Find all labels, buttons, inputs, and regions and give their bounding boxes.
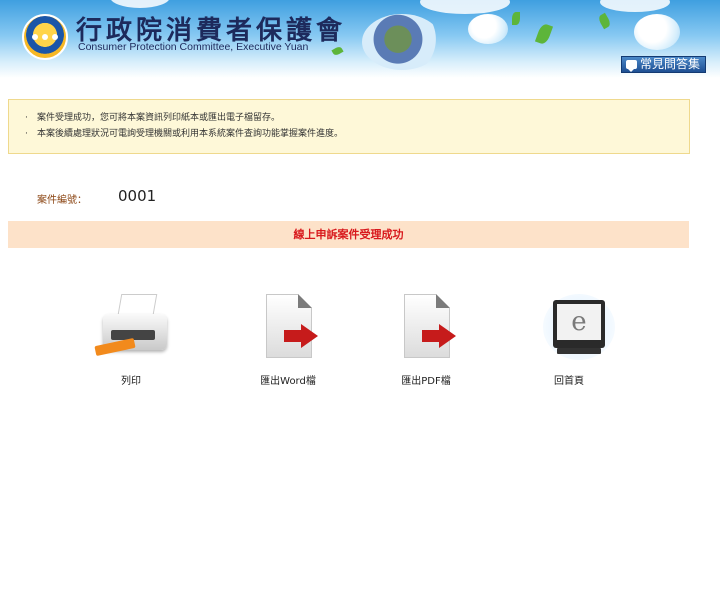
faq-button[interactable]: 常見問答集	[620, 56, 706, 73]
leaf-icon	[597, 12, 612, 30]
notice-box: 案件受理成功，您可將本案資訊列印紙本或匯出電子檔留存。 本案後續處理狀況可電詢受…	[8, 99, 690, 154]
case-number-label: 案件編號：	[37, 195, 87, 206]
home-label: 回首頁	[554, 376, 584, 387]
printer-icon	[71, 290, 191, 364]
export-word-label: 匯出Word檔	[260, 376, 316, 387]
export-pdf-icon	[366, 290, 486, 364]
notice-item: 案件受理成功，您可將本案資訊列印紙本或匯出電子檔留存。	[25, 110, 689, 126]
cloud-decoration	[420, 0, 510, 14]
export-pdf-button[interactable]: 匯出PDF檔	[366, 290, 486, 387]
faq-button-label: 常見問答集	[639, 57, 700, 71]
export-word-button[interactable]: 匯出Word檔	[228, 290, 348, 387]
site-title-english: Consumer Protection Committee, Executive…	[78, 41, 309, 53]
print-label: 列印	[121, 376, 141, 387]
site-header: 行政院消費者保護會 Consumer Protection Committee,…	[0, 0, 720, 78]
print-button[interactable]: 列印	[71, 290, 191, 387]
chat-bubble-icon	[625, 60, 637, 72]
bubble-decoration-icon	[634, 14, 680, 50]
export-word-icon	[228, 290, 348, 364]
leaf-icon	[512, 12, 520, 25]
notice-item: 本案後續處理狀況可電詢受理機關或利用本系統案件查詢功能掌握案件進度。	[25, 126, 689, 142]
cloud-decoration	[600, 0, 670, 12]
home-button[interactable]: e 回首頁	[509, 290, 629, 387]
leaf-icon	[331, 45, 344, 57]
bubble-decoration-icon	[468, 14, 508, 44]
globe-decoration-icon	[362, 14, 442, 70]
export-pdf-label: 匯出PDF檔	[401, 376, 451, 387]
leaf-icon	[534, 22, 554, 46]
logo-icon	[22, 14, 68, 60]
success-message: 線上申訴案件受理成功	[8, 221, 689, 248]
case-number-value: 0001	[118, 187, 157, 205]
home-ie-icon: e	[509, 290, 629, 364]
cloud-decoration	[110, 0, 170, 8]
